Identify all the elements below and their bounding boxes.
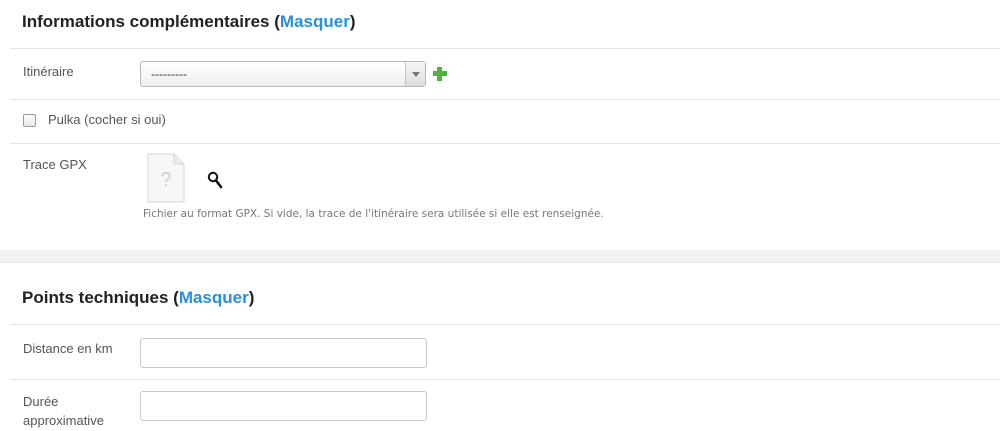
itinerary-label: Itinéraire — [23, 64, 74, 79]
itinerary-select[interactable]: --------- — [140, 61, 426, 87]
plus-icon[interactable] — [432, 66, 448, 82]
distance-input[interactable] — [140, 338, 427, 368]
gpx-help-text: Fichier au format GPX. Si vide, la trace… — [143, 208, 604, 220]
duration-label-line1: Durée — [23, 394, 59, 409]
panel-separator — [0, 250, 1000, 262]
hide-link-complementary[interactable]: Masquer — [280, 12, 350, 31]
duration-input[interactable] — [140, 391, 427, 421]
section-title-technical: Points techniques (Masquer) — [22, 288, 255, 307]
divider — [10, 48, 1000, 49]
itinerary-selected-value: --------- — [151, 67, 187, 81]
divider — [10, 99, 1000, 100]
chevron-down-icon[interactable] — [405, 62, 425, 86]
gpx-label: Trace GPX — [23, 157, 87, 172]
section-title-complementary: Informations complémentaires (Masquer) — [22, 12, 356, 31]
distance-label: Distance en km — [23, 341, 113, 356]
hide-link-technical[interactable]: Masquer — [179, 288, 249, 307]
technical-points-panel: Points techniques (Masquer) Distance en … — [0, 262, 1000, 431]
duration-label-line2: approximative — [23, 413, 104, 428]
pulka-label: Pulka (cocher si oui) — [48, 112, 166, 127]
search-icon[interactable] — [207, 171, 223, 189]
divider — [10, 379, 1000, 380]
pulka-checkbox[interactable] — [23, 114, 36, 127]
file-placeholder-icon: ? — [147, 153, 185, 203]
divider — [10, 143, 1000, 144]
svg-text:?: ? — [160, 169, 171, 191]
divider — [10, 324, 1000, 325]
complementary-info-panel: Informations complémentaires (Masquer) I… — [0, 0, 1000, 251]
